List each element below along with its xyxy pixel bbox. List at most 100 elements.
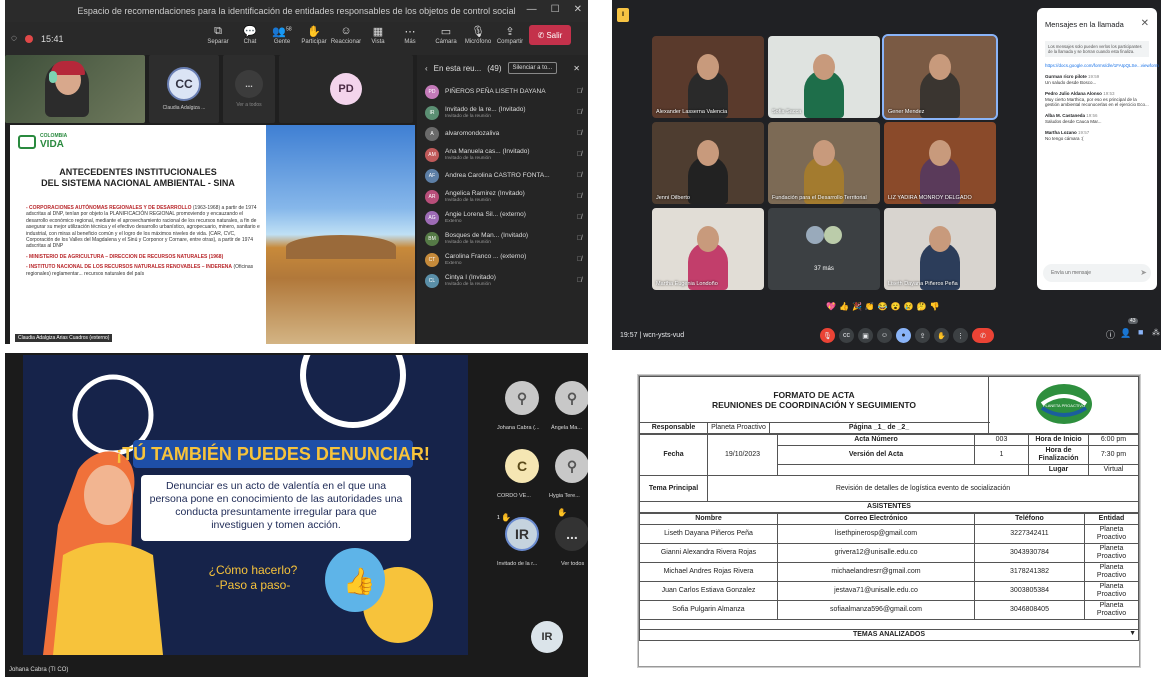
meet-tile[interactable]: Liseth Dayana Piñeros Peña xyxy=(884,208,996,290)
share-screen-icon[interactable]: ⇪ xyxy=(915,328,930,343)
meet-tile[interactable]: Gener Mendez xyxy=(882,34,998,120)
chat-input[interactable]: Envía un mensaje xyxy=(1043,264,1151,282)
meet-tile[interactable]: Alexander Lasserna Valencia xyxy=(652,36,764,118)
info-icon[interactable]: ⓘ xyxy=(1106,328,1115,341)
mic-off-icon[interactable]: 🎙 xyxy=(820,328,835,343)
people-button[interactable]: 👥58 Gente xyxy=(269,25,295,45)
participant-row[interactable]: CT Carolina Franco ... (externo) Externo 🎙̸ xyxy=(417,249,588,270)
participant-row[interactable]: CL Cintya I (Invitado) Invitado de la reun… xyxy=(417,270,588,291)
asistentes-table: Nombre Correo Electrónico Teléfono Entidad … xyxy=(639,513,1139,641)
participant-info: Bosques de Man... (Invitado) Invitado de … xyxy=(445,232,565,246)
close-icon[interactable]: ✕ xyxy=(1141,18,1149,29)
reaction-icon[interactable]: 😂 xyxy=(878,302,888,311)
reaction-icon[interactable]: 💖 xyxy=(826,302,836,311)
raise-hand-button[interactable]: ✋ Participar xyxy=(301,25,327,45)
participant-row[interactable]: AM Ana Manuela cas... (Invitado) Invitado … xyxy=(417,144,588,165)
close-icon[interactable]: ✕ xyxy=(573,64,580,73)
participant-row[interactable]: BM Bosques de Man... (Invitado) Invitado d… xyxy=(417,228,588,249)
reaction-icon[interactable]: 🎉 xyxy=(852,302,862,311)
person-icon[interactable]: ⚲ xyxy=(555,381,588,415)
present-icon[interactable]: ▣ xyxy=(858,328,873,343)
avatar[interactable]: IR xyxy=(505,517,539,551)
participant-row[interactable]: IR Invitado de la re... (Invitado) Invitad… xyxy=(417,102,588,123)
participant-info: Andrea Carolina CASTRO FONTA... xyxy=(445,172,565,179)
meet-tile[interactable]: Martha Eugenia Londoño xyxy=(652,208,764,290)
share-button[interactable]: ⇪ Compartir xyxy=(497,25,523,45)
people-icon[interactable]: 👤 xyxy=(1120,328,1131,339)
participant-name: Johana Cabra (... xyxy=(497,425,540,431)
participant-row[interactable]: AG Angie Lorena Sil... (externo) Externo 🎙̸ xyxy=(417,207,588,228)
participant-row[interactable]: AR Angelica Ramirez (Invitado) Invitado de… xyxy=(417,186,588,207)
more-options-icon[interactable]: ⋮ xyxy=(953,328,968,343)
chat-link[interactable]: https://docs.google.com/forms/d/e/1FAIpQ… xyxy=(1045,63,1159,68)
section-text: (1963-1968) a partir de 1974 adscritas a… xyxy=(26,205,260,250)
scroll-down-icon[interactable]: ▼ xyxy=(1129,630,1136,638)
participant-role: Invitado de la reunión xyxy=(445,113,491,119)
participant-info: alvaromondozaliva xyxy=(445,130,565,137)
acta-document-view: FORMATO DE ACTA REUNIONES DE COORDINACIÓ… xyxy=(613,353,1161,677)
leave-button[interactable]: ✆ Salir xyxy=(529,25,571,45)
participant-list: PD PIÑEROS PEÑA LISETH DAYANA 🎙̸ IR Invitado… xyxy=(417,81,588,291)
person-icon[interactable]: ⚲ xyxy=(505,381,539,415)
avatar[interactable]: IR xyxy=(531,621,563,653)
meet-tile[interactable]: Jenni Oilberto xyxy=(652,122,764,204)
planeta-proactivo-logo: PLANETA PROACTIVO xyxy=(1035,383,1092,424)
meet-tile[interactable]: Fundación para el Desarrollo Territorial xyxy=(768,122,880,204)
reaction-icon[interactable]: 😢 xyxy=(904,302,914,311)
headline-banner: ¡TÚ TAMBIÉN PUEDES DENUNCIAR! xyxy=(116,440,430,468)
video-tile-see-all[interactable]: ... Ver a todos xyxy=(223,55,275,123)
participant-row[interactable]: Aalvaromondozaliva 🎙̸ xyxy=(417,123,588,144)
meet-tile-more[interactable]: 37 más xyxy=(768,208,880,290)
participant-row[interactable]: PD PIÑEROS PEÑA LISETH DAYANA 🎙̸ xyxy=(417,81,588,102)
chat-sender: Alba M. Castaneda xyxy=(1045,113,1086,119)
maximize-icon[interactable]: ☐ xyxy=(551,4,560,15)
more-icon[interactable]: ... xyxy=(555,517,588,551)
emoji-icon[interactable]: ☺ xyxy=(877,328,892,343)
chat-sender: Martha Lozano xyxy=(1045,130,1077,136)
more-button[interactable]: ⋯ Más xyxy=(397,25,423,45)
meet-tile[interactable]: Sofia Sacca xyxy=(768,36,880,118)
chat-icon: 💬 xyxy=(243,26,257,38)
reaction-icon[interactable]: 👏 xyxy=(865,302,875,311)
end-call-icon[interactable]: ✆ xyxy=(972,328,994,343)
mic-muted-icon: 🎙̸ xyxy=(576,88,582,95)
video-tile-pd[interactable]: PD xyxy=(279,55,413,123)
participant-info: Carolina Franco ... (externo) Externo xyxy=(445,253,565,267)
temas-heading: TEMAS ANALIZADOS xyxy=(852,631,926,638)
reaction-icon[interactable]: 😮 xyxy=(891,302,901,311)
camera-button[interactable]: ▭ Cámara xyxy=(433,25,459,45)
meeting-code: wcn-ysts-vud xyxy=(643,331,685,339)
meet-tile[interactable]: LIZ YADIRA MONROY DELGADO xyxy=(884,122,996,204)
mic-muted-icon: 🎙̸ xyxy=(576,256,582,263)
reaction-icon[interactable]: 👍 xyxy=(839,302,849,311)
participant-row[interactable]: AF Andrea Carolina CASTRO FONTA... 🎙̸ xyxy=(417,165,588,186)
video-icon[interactable]: ● xyxy=(896,328,911,343)
video-tile-speaker[interactable] xyxy=(5,55,145,123)
mute-all-button[interactable]: Silenciar a to... xyxy=(507,62,558,74)
back-icon[interactable]: ‹ xyxy=(425,64,428,73)
label-fecha: Fecha xyxy=(639,434,708,476)
chat-button[interactable]: 💬 Chat xyxy=(237,25,263,45)
cliff-shape xyxy=(286,235,396,259)
chat-text: Saludos desde Cauca Mar... xyxy=(1045,118,1102,124)
view-button[interactable]: ▦ Vista xyxy=(365,25,391,45)
video-tile-cc[interactable]: CC Claudia Adalgiza ... xyxy=(149,55,219,123)
separar-button[interactable]: ⧉ Separar xyxy=(205,25,231,45)
send-icon[interactable]: ➤ xyxy=(1140,268,1147,277)
chat-icon[interactable]: ■ xyxy=(1138,327,1143,337)
headset-icon xyxy=(49,71,57,83)
reaction-icon[interactable]: 👎 xyxy=(930,302,940,311)
mic-button[interactable]: 🎙 Micrófono xyxy=(465,25,491,45)
reaction-icon[interactable]: 🤔 xyxy=(917,302,927,311)
person-icon[interactable]: ⚲ xyxy=(555,449,588,483)
captions-icon[interactable]: cc xyxy=(839,328,854,343)
raise-hand-icon[interactable]: ✋ xyxy=(934,328,949,343)
react-button[interactable]: ☺ Reaccionar xyxy=(331,25,361,45)
avatar[interactable]: C xyxy=(505,449,539,483)
meet-clock: 19:57 | wcn-ysts-vud xyxy=(620,331,685,339)
title-line1: ANTECEDENTES INSTITUCIONALES xyxy=(59,167,217,177)
howto-line1: ¿Cómo hacerlo? xyxy=(208,563,298,577)
minimize-icon[interactable]: — xyxy=(527,4,537,15)
activities-icon[interactable]: ⁂ xyxy=(1152,328,1160,337)
close-icon[interactable]: ✕ xyxy=(574,4,582,15)
